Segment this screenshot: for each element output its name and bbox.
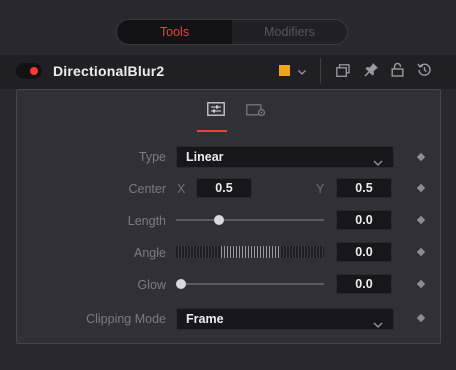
header-divider — [320, 58, 321, 84]
chevron-down-icon — [373, 315, 383, 335]
sliders-icon[interactable] — [207, 102, 225, 121]
chevron-down-icon[interactable] — [297, 64, 307, 82]
length-input[interactable]: 0.0 — [336, 210, 392, 230]
center-y-label: Y — [316, 182, 325, 196]
center-y-input[interactable]: 0.5 — [336, 178, 392, 198]
glow-slider-thumb[interactable] — [176, 279, 186, 289]
pin-icon[interactable] — [364, 62, 379, 82]
clipping-mode-value: Frame — [186, 312, 224, 326]
node-enable-indicator — [30, 67, 38, 75]
clipping-mode-label: Clipping Mode — [86, 312, 166, 326]
lock-icon[interactable] — [391, 62, 404, 82]
reset-icon[interactable] — [417, 62, 432, 82]
length-label: Length — [127, 214, 166, 228]
angle-thumbwheel-highlight — [220, 246, 280, 258]
type-dropdown[interactable]: Linear — [176, 146, 394, 168]
node-color-swatch[interactable] — [279, 65, 290, 76]
type-value: Linear — [186, 150, 224, 164]
tab-modifiers[interactable]: Modifiers — [232, 20, 347, 44]
node-enable-toggle[interactable] — [16, 63, 42, 79]
type-label: Type — [138, 150, 166, 164]
controls-tab-indicator — [197, 130, 227, 132]
center-x-input[interactable]: 0.5 — [196, 178, 252, 198]
tab-tools[interactable]: Tools — [117, 20, 232, 44]
clipping-mode-dropdown[interactable]: Frame — [176, 308, 394, 330]
chevron-down-icon — [373, 153, 383, 173]
length-slider-track[interactable] — [176, 219, 324, 221]
versions-icon[interactable] — [336, 64, 350, 82]
glow-label: Glow — [137, 278, 166, 292]
angle-label: Angle — [134, 246, 166, 260]
angle-input[interactable]: 0.0 — [336, 242, 392, 262]
glow-slider-track[interactable] — [176, 283, 324, 285]
length-slider-thumb[interactable] — [213, 215, 224, 225]
tool-modifier-tabbar: Tools Modifiers — [116, 19, 348, 45]
center-x-label: X — [177, 182, 186, 196]
settings-icon[interactable] — [246, 104, 266, 122]
node-name: DirectionalBlur2 — [53, 63, 165, 79]
center-label: Center — [128, 182, 166, 196]
glow-input[interactable]: 0.0 — [336, 274, 392, 294]
